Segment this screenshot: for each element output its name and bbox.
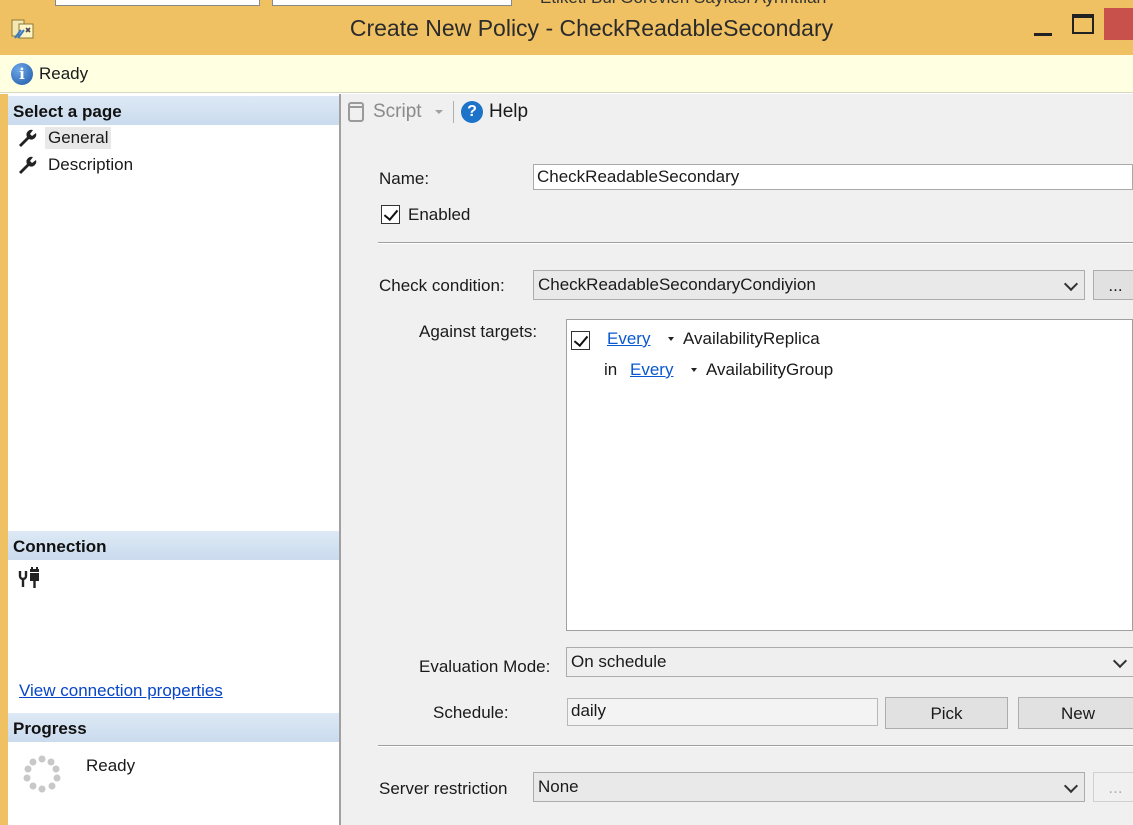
check-condition-ellipsis-button[interactable]: ... — [1093, 270, 1133, 300]
check-condition-label: Check condition: — [379, 276, 505, 295]
server-restriction-ellipsis-button[interactable]: ... — [1093, 772, 1133, 802]
create-new-policy-window: Etiketi Bul Görevleri Sayfası Ayrıntılar… — [0, 0, 1133, 825]
evaluation-mode-label: Evaluation Mode: — [419, 657, 551, 676]
script-icon — [348, 102, 364, 122]
name-label: Name: — [379, 169, 430, 188]
check-condition-value: CheckReadableSecondaryCondiyion — [538, 275, 816, 294]
new-button[interactable]: New — [1018, 697, 1133, 729]
connection-header: Connection — [8, 531, 339, 560]
divider — [378, 242, 1133, 243]
chevron-down-icon — [1112, 653, 1128, 669]
progress-spinner-icon — [23, 755, 61, 793]
background-tab-strip — [55, 0, 260, 6]
status-bar: i Ready — [0, 55, 1133, 93]
minimize-button[interactable] — [1030, 20, 1056, 42]
help-label: Help — [489, 101, 529, 122]
help-icon: ? — [461, 101, 483, 123]
info-icon: i — [11, 63, 33, 85]
close-button[interactable] — [1104, 8, 1133, 40]
help-button[interactable]: ? Help — [461, 100, 528, 124]
wrench-icon — [19, 156, 37, 174]
every-group-link[interactable]: Every — [630, 360, 673, 380]
name-input[interactable]: CheckReadableSecondary — [533, 164, 1133, 190]
evaluation-mode-value: On schedule — [571, 652, 667, 671]
wrench-icon — [19, 129, 37, 147]
every-replica-link[interactable]: Every — [607, 329, 650, 349]
select-page-header: Select a page — [8, 96, 339, 125]
status-text: Ready — [39, 64, 89, 83]
server-restriction-select[interactable]: None — [533, 772, 1085, 802]
script-button[interactable]: Script — [346, 100, 422, 124]
server-restriction-label: Server restriction — [379, 779, 508, 798]
background-window-text: Etiketi Bul Görevleri Sayfası Ayrıntılar… — [540, 0, 827, 8]
maximize-button[interactable] — [1072, 14, 1094, 34]
title-bar[interactable]: Etiketi Bul Görevleri Sayfası Ayrıntılar… — [0, 0, 1133, 55]
progress-status-text: Ready — [86, 756, 136, 775]
view-connection-properties-link[interactable]: View connection properties — [19, 681, 223, 701]
script-dropdown-arrow-icon[interactable] — [435, 110, 443, 114]
chevron-down-icon — [1063, 778, 1079, 794]
enabled-label: Enabled — [408, 205, 471, 224]
filter-dropdown-arrow-icon[interactable] — [691, 368, 697, 372]
pick-button[interactable]: Pick — [885, 697, 1008, 729]
filter-dropdown-arrow-icon[interactable] — [668, 337, 674, 341]
check-condition-select[interactable]: CheckReadableSecondaryCondiyion — [533, 270, 1085, 300]
schedule-input[interactable]: daily — [567, 698, 878, 726]
schedule-label: Schedule: — [433, 703, 509, 722]
progress-header: Progress — [8, 713, 339, 742]
target-in-label: in — [604, 360, 618, 379]
page-item-label: General — [45, 127, 112, 149]
window-title: Create New Policy - CheckReadableSeconda… — [349, 15, 834, 41]
background-tab-strip — [272, 0, 512, 6]
target-checkbox[interactable] — [571, 331, 590, 350]
divider — [378, 745, 1133, 746]
script-label: Script — [373, 101, 422, 122]
toolbar-separator — [453, 101, 454, 123]
against-targets-label: Against targets: — [419, 322, 538, 341]
enabled-checkbox[interactable] — [381, 205, 400, 224]
connection-plug-icon — [18, 567, 39, 588]
evaluation-mode-select[interactable]: On schedule — [566, 647, 1133, 677]
page-item-general[interactable]: General — [16, 126, 112, 150]
target-type-availability-replica: AvailabilityReplica — [683, 329, 820, 348]
target-type-availability-group: AvailabilityGroup — [706, 360, 834, 379]
chevron-down-icon — [1063, 276, 1079, 292]
page-item-label: Description — [48, 155, 134, 174]
server-restriction-value: None — [538, 777, 579, 796]
page-item-description[interactable]: Description — [16, 153, 136, 177]
